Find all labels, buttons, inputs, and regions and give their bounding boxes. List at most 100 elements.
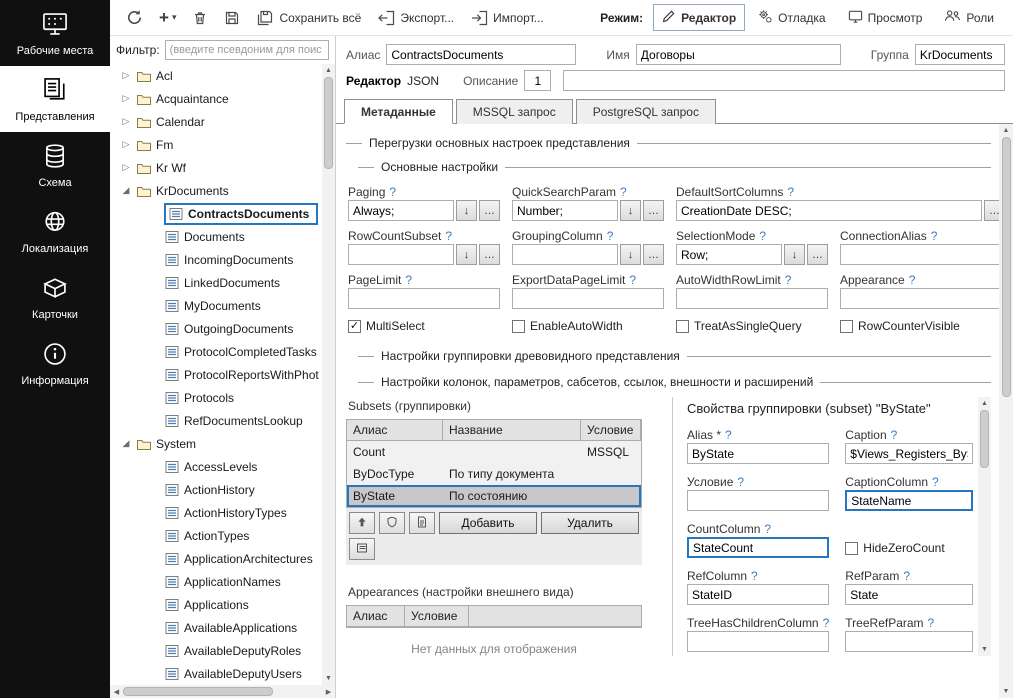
help-link[interactable]: ?	[445, 229, 452, 243]
expander-icon[interactable]: ▷	[120, 70, 132, 81]
refresh-button[interactable]	[120, 4, 149, 31]
tab-metadata[interactable]: Метаданные	[344, 99, 453, 124]
metadata-scrollbar[interactable]: ▲ ▼	[999, 124, 1013, 698]
tree-item[interactable]: MyDocuments	[114, 294, 321, 317]
tree-item[interactable]: ◢ System	[114, 432, 321, 455]
tree-item[interactable]: ActionHistory	[114, 478, 321, 501]
help-link[interactable]: ?	[891, 428, 898, 442]
help-link[interactable]: ?	[823, 616, 830, 630]
rowcountsubset-input[interactable]	[348, 244, 454, 265]
help-link[interactable]: ?	[737, 475, 744, 489]
expander-icon[interactable]: ▷	[120, 162, 132, 173]
tree-item[interactable]: IncomingDocuments	[114, 248, 321, 271]
help-link[interactable]: ?	[751, 569, 758, 583]
subset-up-button[interactable]	[349, 512, 375, 534]
tree-item[interactable]: Applications	[114, 593, 321, 616]
expander-icon[interactable]: ▷	[120, 116, 132, 127]
column-header-alias[interactable]: Алиас	[347, 420, 443, 440]
editor-type-value[interactable]: JSON	[407, 74, 439, 88]
delete-subset-button[interactable]: Удалить	[541, 512, 639, 534]
scroll-right-icon[interactable]: ▶	[322, 685, 335, 698]
export-button[interactable]: Экспорт...	[371, 5, 460, 31]
delete-button[interactable]	[186, 5, 214, 31]
subset-refparam-input[interactable]	[845, 584, 973, 605]
tree-item[interactable]: OutgoingDocuments	[114, 317, 321, 340]
rowcountsubset-ellipsis-button[interactable]: …	[479, 244, 500, 265]
mode-roles-button[interactable]: Роли	[935, 4, 1003, 31]
subset-treerefparam-input[interactable]	[845, 631, 973, 652]
help-link[interactable]: ?	[931, 229, 938, 243]
help-link[interactable]: ?	[764, 522, 771, 536]
scrollbar-thumb[interactable]	[123, 687, 273, 696]
add-subset-button[interactable]: Добавить	[439, 512, 537, 534]
subset-shield-button[interactable]	[379, 512, 405, 534]
help-link[interactable]: ?	[607, 229, 614, 243]
help-link[interactable]: ?	[903, 569, 910, 583]
sidebar-item-workplaces[interactable]: Рабочие места	[0, 0, 110, 66]
selectionmode-input[interactable]	[676, 244, 782, 265]
tree-item[interactable]: ▷ Fm	[114, 133, 321, 156]
tree-item[interactable]: AccessLevels	[114, 455, 321, 478]
subset-page-button[interactable]	[409, 512, 435, 534]
pagelimit-input[interactable]	[348, 288, 500, 309]
selectionmode-dropdown-button[interactable]: ↓	[784, 244, 805, 265]
column-header-condition[interactable]: Условие	[405, 606, 469, 626]
paging-input[interactable]	[348, 200, 454, 221]
subset-alias-input[interactable]	[687, 443, 829, 464]
enableautowidth-checkbox[interactable]	[512, 320, 525, 333]
quicksearchparam-ellipsis-button[interactable]: …	[643, 200, 664, 221]
save-button[interactable]	[218, 5, 246, 31]
scrollbar-thumb[interactable]	[1002, 137, 1011, 397]
help-link[interactable]: ?	[405, 273, 412, 287]
paging-dropdown-button[interactable]: ↓	[456, 200, 477, 221]
help-link[interactable]: ?	[928, 616, 935, 630]
rowcountervisible-checkbox[interactable]	[840, 320, 853, 333]
tree-item[interactable]: ContractsDocuments	[114, 202, 321, 225]
expander-icon[interactable]: ◢	[120, 185, 132, 196]
sidebar-item-cards[interactable]: Карточки	[0, 264, 110, 330]
scroll-left-icon[interactable]: ◀	[110, 685, 123, 698]
multiselect-checkbox[interactable]	[348, 320, 361, 333]
autowidthrowlimit-input[interactable]	[676, 288, 828, 309]
tree-item[interactable]: ▷ Kr Wf	[114, 156, 321, 179]
group-input[interactable]	[915, 44, 1005, 65]
help-link[interactable]: ?	[725, 428, 732, 442]
subset-captioncolumn-input[interactable]	[845, 490, 973, 511]
tree-item[interactable]: ApplicationNames	[114, 570, 321, 593]
help-link[interactable]: ?	[787, 185, 794, 199]
subset-row[interactable]: Count MSSQL	[347, 441, 641, 463]
column-header-name[interactable]: Название	[443, 420, 581, 440]
tab-postgresql-query[interactable]: PostgreSQL запрос	[576, 99, 716, 124]
tree-item[interactable]: ◢ KrDocuments	[114, 179, 321, 202]
tree-item[interactable]: Protocols	[114, 386, 321, 409]
appearance-input[interactable]	[840, 288, 1005, 309]
tree-item[interactable]: LinkedDocuments	[114, 271, 321, 294]
help-link[interactable]: ?	[909, 273, 916, 287]
tree-item[interactable]: ActionHistoryTypes	[114, 501, 321, 524]
tree-horizontal-scrollbar[interactable]: ◀ ▶	[110, 685, 335, 698]
scroll-up-icon[interactable]: ▲	[322, 64, 335, 77]
sidebar-item-views[interactable]: Представления	[0, 66, 110, 132]
expander-icon[interactable]: ▷	[120, 139, 132, 150]
scroll-down-icon[interactable]: ▼	[1000, 685, 1013, 698]
add-button[interactable]: + ▾	[153, 7, 182, 29]
scrollbar-thumb[interactable]	[324, 77, 333, 169]
defaultsortcolumns-input[interactable]	[676, 200, 982, 221]
groupingcolumn-dropdown-button[interactable]: ↓	[620, 244, 641, 265]
tree-item[interactable]: ActionTypes	[114, 524, 321, 547]
help-link[interactable]: ?	[620, 185, 627, 199]
connectionalias-input[interactable]	[840, 244, 1005, 265]
tree-item[interactable]: AvailableApplications	[114, 616, 321, 639]
help-link[interactable]: ?	[932, 475, 939, 489]
filter-input[interactable]	[165, 40, 329, 60]
sidebar-item-schema[interactable]: Схема	[0, 132, 110, 198]
subset-row[interactable]: ByState По состоянию	[347, 485, 641, 507]
subset-condition-input[interactable]	[687, 490, 829, 511]
help-link[interactable]: ?	[389, 185, 396, 199]
subset-row[interactable]: ByDocType По типу документа	[347, 463, 641, 485]
subset-caption-input[interactable]	[845, 443, 973, 464]
mode-debug-button[interactable]: Отладка	[749, 4, 834, 32]
mode-preview-button[interactable]: Просмотр	[839, 4, 932, 32]
expander-icon[interactable]: ◢	[120, 438, 132, 449]
quicksearchparam-input[interactable]	[512, 200, 618, 221]
